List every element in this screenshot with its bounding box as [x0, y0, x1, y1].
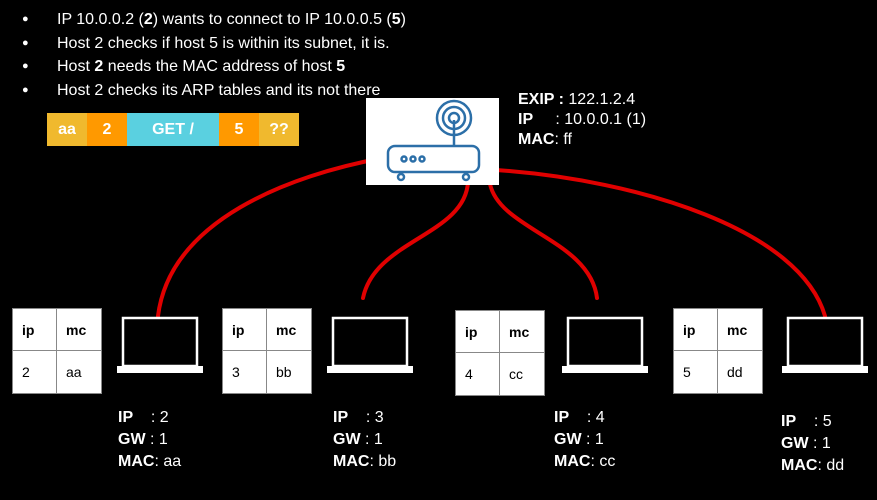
laptop-icon	[562, 316, 648, 373]
router-exip: EXIP : 122.1.2.4	[518, 91, 636, 108]
arp-table-host-5: ip mc 5 dd	[673, 308, 763, 394]
router-info: EXIP : 122.1.2.4 IP : 10.0.0.1 (1) MAC: …	[518, 90, 646, 150]
router-mac: MAC: ff	[518, 131, 572, 148]
router	[366, 98, 499, 185]
laptop-icon	[327, 316, 413, 373]
host-info-4: IP : 4 GW : 1 MAC: cc	[554, 409, 616, 470]
host-info-5: IP : 5 GW : 1 MAC: dd	[781, 413, 845, 474]
router-icon	[386, 99, 481, 182]
arp-table-host-4: ip mc 4 cc	[455, 310, 545, 396]
arp-table-host-2: ip mc 2 aa	[12, 308, 102, 394]
wire-host-2	[156, 156, 385, 318]
wire-host-5	[494, 168, 827, 318]
host-info-3: IP : 3 GW : 1 MAC: bb	[333, 409, 397, 470]
arp-table-host-3: ip mc 3 bb	[222, 308, 312, 394]
wire-host-3	[361, 180, 470, 300]
laptop-icon	[117, 316, 203, 373]
host-info-2: IP : 2 GW : 1 MAC: aa	[118, 409, 182, 470]
router-ip: IP : 10.0.0.1 (1)	[518, 111, 647, 128]
laptop-icon	[782, 316, 868, 373]
wire-host-4	[488, 182, 599, 300]
